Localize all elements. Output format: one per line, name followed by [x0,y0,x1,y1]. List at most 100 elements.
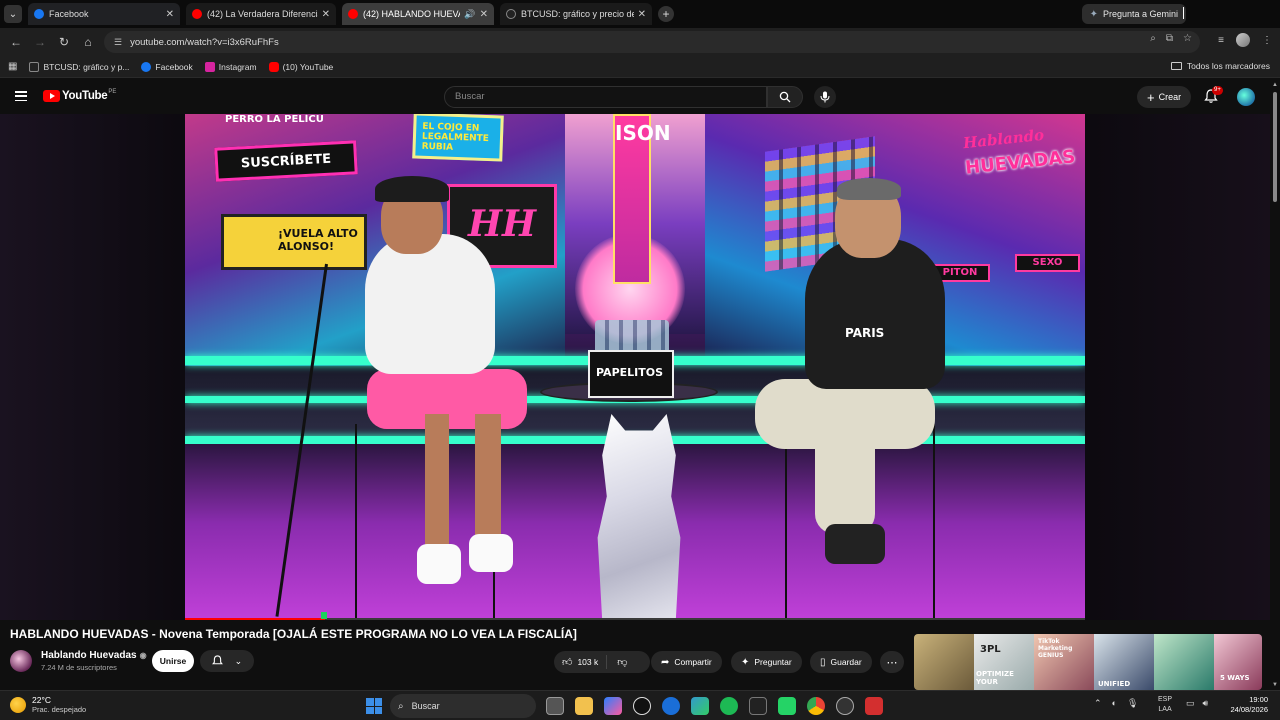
browser-tab-strip: ⌄ Facebook ✕ (42) La Verdadera Diferenci… [0,0,1280,28]
tab-hablando-huevadas[interactable]: (42) HABLANDO HUEVADA 🔊 ✕ [342,3,494,25]
gemini-icon: ✦ [1089,8,1098,20]
papelitos-label: PAPELITOS [596,366,664,379]
reload-icon[interactable]: ↻ [52,30,76,54]
whatsapp-icon[interactable] [778,697,796,715]
windows-start-icon[interactable] [366,698,382,714]
home-icon[interactable]: ⌂ [76,30,100,54]
ask-button[interactable]: ✦ Preguntar [731,651,802,673]
volume-icon[interactable]: 🔊︎ [1203,698,1209,709]
bookmark-facebook[interactable]: Facebook [141,61,193,72]
back-icon[interactable]: ← [4,30,28,54]
search-icon [779,91,791,103]
window-divider [1183,7,1184,19]
channel-name-row[interactable]: Hablando Huevadas ◉ [41,650,147,661]
tab-facebook[interactable]: Facebook ✕ [28,3,180,25]
chrome-icon[interactable] [807,697,825,715]
instagram-icon [204,61,215,72]
settings-icon[interactable] [836,697,854,715]
tab-video-diferencia[interactable]: (42) La Verdadera Diferencia Ent ✕ [186,3,336,25]
host1-leg [425,414,449,554]
scrollbar-thumb[interactable] [1273,92,1277,202]
youtube-header: YouTube PE Buscar + Crear 9+ [0,80,1280,114]
tower-text: ISON [615,121,671,145]
taskbar-clock[interactable]: 19:00 24/08/2026 [1230,695,1268,715]
all-bookmarks[interactable]: Todos los marcadores [1170,61,1270,71]
close-tab-icon[interactable]: ✕ [638,9,646,20]
host2-hair [837,178,901,200]
network-app-icon[interactable]: ◐ [1112,698,1117,709]
app-c-icon[interactable] [662,697,680,715]
profile-avatar[interactable] [1236,33,1250,47]
channel-avatar[interactable] [10,650,32,672]
media-control-icon[interactable]: ≡ [1218,35,1224,46]
bookmark-youtube[interactable]: (10) YouTube [268,61,333,72]
close-tab-icon[interactable]: ✕ [480,9,488,20]
tab-btcusd[interactable]: BTCUSD: gráfico y precio del Bit ✕ [500,3,652,25]
search-input[interactable]: Buscar [444,86,767,108]
youtube-logo[interactable]: YouTube PE [43,89,116,102]
edge-icon[interactable] [691,697,709,715]
app-red-icon[interactable] [865,697,883,715]
taskbar-search-label: Buscar [411,701,440,711]
create-button[interactable]: + Crear [1137,86,1192,108]
facebook-icon [141,61,152,72]
join-button[interactable]: Unirse [152,650,194,672]
zoom-icon[interactable]: ⌕ [1150,33,1156,44]
taskbar-apps [546,697,883,715]
bookmark-instagram[interactable]: Instagram [204,61,257,72]
copilot-icon[interactable] [604,697,622,715]
monitor-icon[interactable]: ▭ [1186,698,1195,709]
address-bar[interactable]: ☰ youtube.com/watch?v=i3x6RuFhFs [104,31,1200,53]
site-info-icon[interactable]: ☰ [114,37,122,48]
sparkle-icon: ✦ [741,656,750,668]
chevron-up-icon[interactable]: ⌃ [1094,698,1102,709]
speaker-icon[interactable]: 🔊 [464,9,475,20]
close-tab-icon[interactable]: ✕ [166,9,174,20]
weather-widget[interactable]: 22°C Prac. despejado [10,695,86,714]
save-button[interactable]: ▯ Guardar [810,651,872,673]
ad-banner[interactable]: 3PL TikTok Marketing GENIUS OPTIMIZE YOU… [914,634,1262,690]
sticker-legalmente: EL COJO EN LEGALMENTE RUBIA [412,114,504,162]
video-player[interactable]: ISON PERRO LA PELÍCU EL COJO EN LEGALMEN… [185,114,1085,620]
subscription-bell-button[interactable]: ⌄ [200,650,254,672]
file-explorer-icon[interactable] [575,697,593,715]
dislike-button[interactable]: 👎︎ [607,656,637,668]
task-view-icon[interactable] [546,697,564,715]
account-avatar[interactable] [1237,88,1255,106]
close-tab-icon[interactable]: ✕ [322,9,330,20]
apps-grid-icon[interactable]: ▦ [8,61,17,72]
voice-search-button[interactable] [814,86,836,108]
language-indicator[interactable]: ESP LAA [1158,695,1172,715]
tab-search-button[interactable]: ⌄ [4,5,22,23]
install-icon[interactable]: ⧉ [1166,33,1173,44]
new-tab-button[interactable]: + [658,6,674,22]
facebook-favicon-icon [34,9,44,19]
menu-icon[interactable]: ⋮ [1262,35,1272,46]
url-text: youtube.com/watch?v=i3x6RuFhFs [130,36,279,48]
scroll-up-icon[interactable]: ▲ [1272,82,1278,88]
search-icon: ⌕ [398,700,404,712]
subscriber-count: 7.24 M de suscriptores [41,663,117,672]
windows-taskbar: 22°C Prac. despejado ⌕ Buscar ⌃ ◐ 🎙︎ ESP… [0,690,1280,720]
mic-tray-icon[interactable]: 🎙︎ [1127,698,1138,709]
video-progress-bar[interactable] [185,618,1085,620]
gemini-button[interactable]: ✦ Pregunta a Gemini [1081,4,1186,24]
hamburger-menu-icon[interactable] [15,91,27,101]
bookmark-icon: ▯ [820,656,826,668]
search-button[interactable] [767,86,803,108]
ad-text: OPTIMIZE YOUR [976,670,1014,686]
bookmark-btcusd[interactable]: BTCUSD: gráfico y p... [29,61,129,72]
taskbar-search[interactable]: ⌕ Buscar [390,694,536,718]
more-actions-button[interactable]: ⋯ [880,651,904,673]
like-button[interactable]: 👍︎ 103 k [554,655,608,669]
shirt-text: PARIS [845,326,885,340]
page-scrollbar[interactable]: ▲ ▼ [1270,80,1280,690]
scroll-down-icon[interactable]: ▼ [1272,682,1278,688]
bookmark-label: Facebook [155,61,193,72]
forward-icon[interactable]: → [28,30,52,54]
chatgpt-icon[interactable] [633,697,651,715]
spotify-icon[interactable] [720,697,738,715]
share-button[interactable]: ➦ Compartir [651,651,722,673]
bookmark-star-icon[interactable]: ☆ [1183,33,1192,44]
apple-tv-icon[interactable] [749,697,767,715]
